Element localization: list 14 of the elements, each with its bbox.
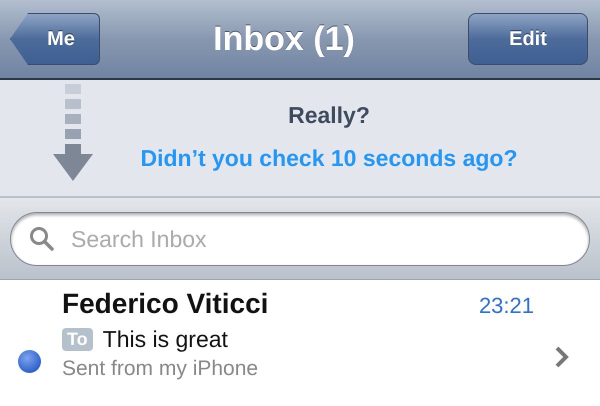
message-time: 23:21	[478, 293, 534, 319]
back-button[interactable]: Me	[10, 13, 100, 65]
sender-name: Federico Viticci	[62, 288, 268, 320]
message-subject: This is great	[102, 326, 228, 353]
search-bar[interactable]: Search Inbox	[10, 212, 590, 266]
message-preview: Sent from my iPhone	[62, 357, 260, 381]
search-icon	[29, 226, 55, 252]
window-title: Inbox (1)	[212, 20, 356, 58]
recipient-tag: To	[62, 328, 93, 351]
edit-button[interactable]: Edit	[468, 13, 588, 65]
message-row[interactable]: Federico Viticci 23:21 To This is great Sent from my iPhone	[0, 280, 600, 404]
refresh-title: Really?	[288, 102, 370, 129]
refresh-subtitle: Didn’t you check 10 seconds ago?	[140, 145, 518, 172]
chevron-icon	[554, 345, 570, 369]
